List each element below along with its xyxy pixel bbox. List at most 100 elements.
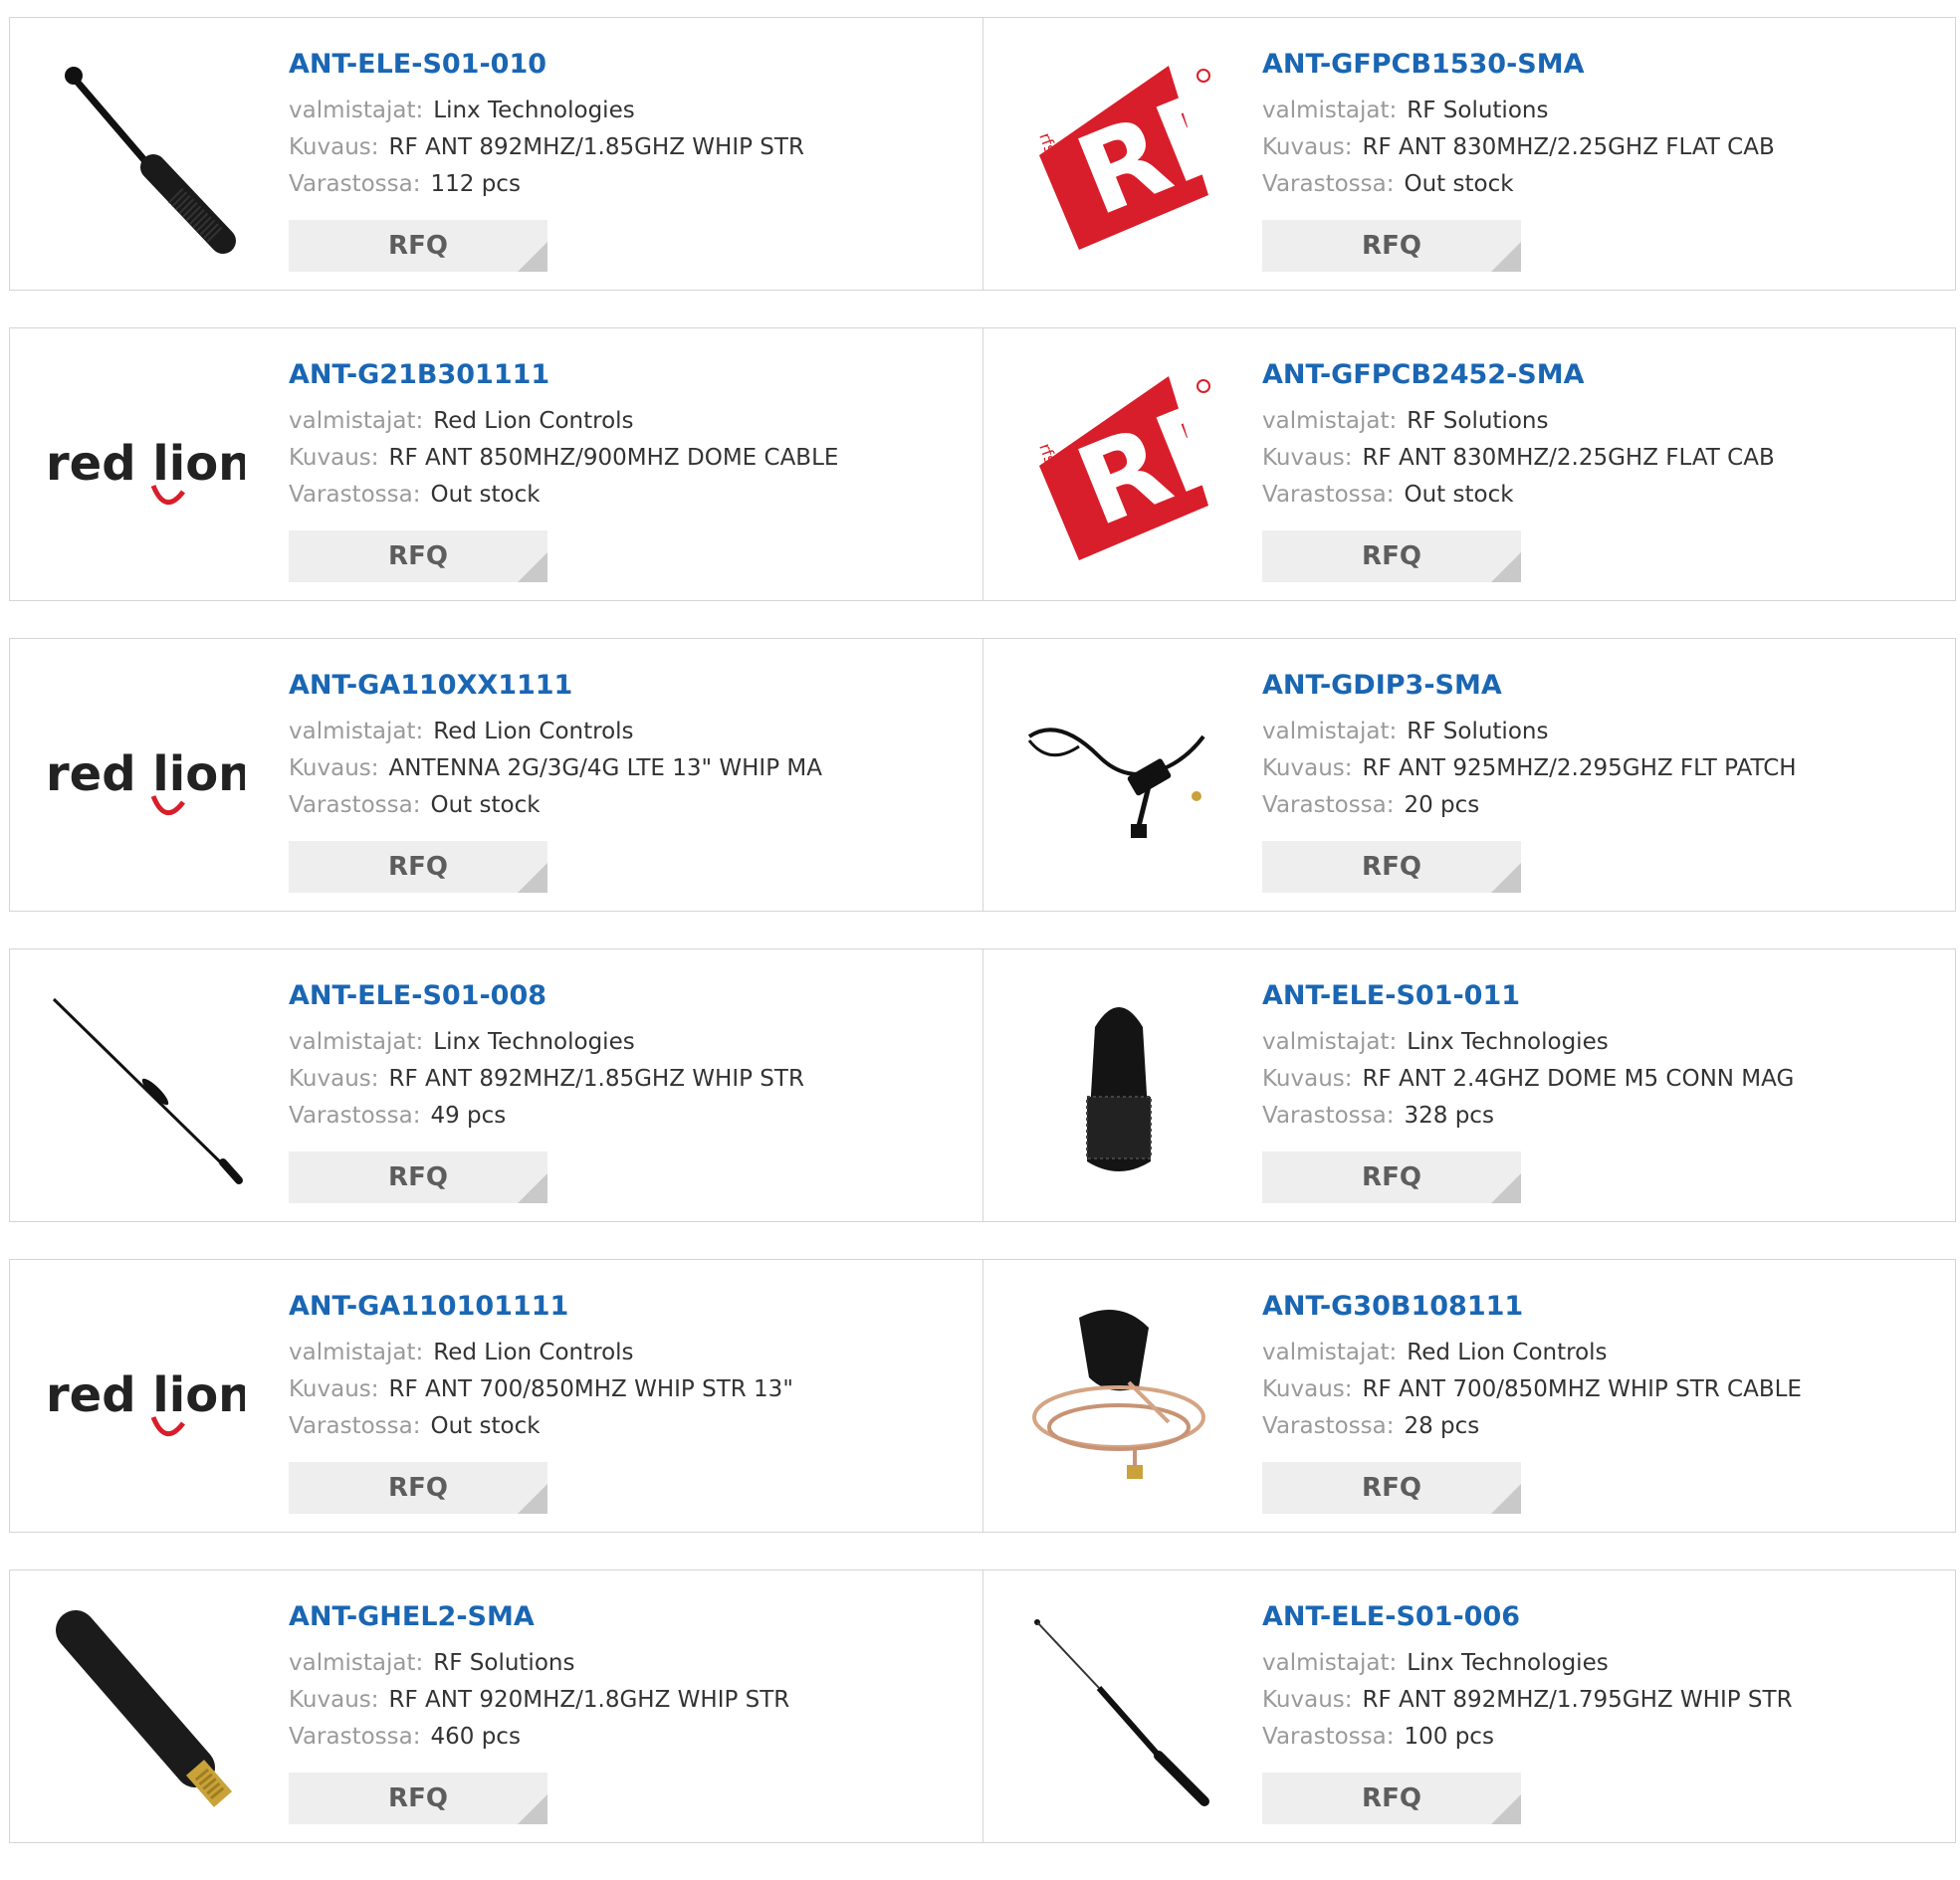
part-number-link[interactable]: ANT-G30B108111 bbox=[1262, 1290, 1945, 1324]
product-image[interactable]: red lion bbox=[46, 366, 245, 565]
telescopic-antenna-icon bbox=[1034, 1619, 1209, 1806]
product-card: RF rfsolutions ANT-GFPCB1530-SMA valmist… bbox=[982, 18, 1955, 290]
rfq-button[interactable]: RFQ bbox=[1262, 1151, 1521, 1203]
stock-value: 460 pcs bbox=[430, 1724, 521, 1750]
product-image[interactable] bbox=[1019, 1608, 1218, 1807]
corner-triangle-icon bbox=[1491, 1794, 1521, 1824]
rfq-button-label: RFQ bbox=[388, 231, 448, 261]
part-number-link[interactable]: ANT-GFPCB2452-SMA bbox=[1262, 358, 1945, 392]
description-value: RF ANT 925MHZ/2.295GHZ FLT PATCH bbox=[1362, 755, 1797, 781]
manufacturer-value: Linx Technologies bbox=[1407, 1650, 1609, 1676]
product-image[interactable] bbox=[1019, 1298, 1218, 1497]
stock-label: Varastossa: bbox=[289, 792, 421, 818]
manufacturer-value: Linx Technologies bbox=[1407, 1029, 1609, 1055]
svg-text:red lion: red lion bbox=[46, 436, 245, 492]
product-image[interactable] bbox=[1019, 677, 1218, 876]
part-number-link[interactable]: ANT-GFPCB1530-SMA bbox=[1262, 48, 1945, 82]
product-image[interactable]: RF rfsolutions bbox=[1019, 366, 1218, 565]
rfq-button[interactable]: RFQ bbox=[1262, 1462, 1521, 1514]
product-image[interactable] bbox=[46, 56, 245, 255]
part-number-link[interactable]: ANT-ELE-S01-006 bbox=[1262, 1600, 1945, 1634]
corner-triangle-icon bbox=[1491, 242, 1521, 272]
stock-value: 20 pcs bbox=[1404, 792, 1480, 818]
rfq-button-label: RFQ bbox=[388, 541, 448, 571]
manufacturer-value: Linx Technologies bbox=[433, 98, 635, 123]
rfq-button[interactable]: RFQ bbox=[289, 841, 547, 893]
rfq-button-label: RFQ bbox=[388, 852, 448, 882]
product-image[interactable]: RF rfsolutions bbox=[1019, 56, 1218, 255]
manufacturer-label: valmistajat: bbox=[1262, 408, 1398, 434]
description-label: Kuvaus: bbox=[289, 755, 379, 781]
stock-value: 49 pcs bbox=[430, 1103, 507, 1129]
product-image[interactable]: red lion bbox=[46, 1298, 245, 1497]
part-number-link[interactable]: ANT-GA110101111 bbox=[289, 1290, 973, 1324]
part-number-link[interactable]: ANT-ELE-S01-008 bbox=[289, 979, 973, 1013]
product-image[interactable]: red lion bbox=[46, 677, 245, 876]
manufacturer-label: valmistajat: bbox=[1262, 98, 1398, 123]
product-image[interactable] bbox=[46, 1608, 245, 1807]
rfq-button[interactable]: RFQ bbox=[289, 530, 547, 582]
manufacturer-value: Linx Technologies bbox=[433, 1029, 635, 1055]
rfq-button[interactable]: RFQ bbox=[289, 1151, 547, 1203]
corner-triangle-icon bbox=[1491, 552, 1521, 582]
dome-antenna-icon bbox=[1086, 1007, 1152, 1171]
stock-value: 28 pcs bbox=[1404, 1413, 1480, 1439]
description-label: Kuvaus: bbox=[1262, 445, 1353, 471]
svg-text:red lion: red lion bbox=[46, 746, 245, 802]
rfq-button-label: RFQ bbox=[388, 1783, 448, 1813]
rfq-button[interactable]: RFQ bbox=[1262, 841, 1521, 893]
product-card: red lion ANT-GA110101111 valmistajat: Red… bbox=[10, 1260, 982, 1532]
part-number-link[interactable]: ANT-GHEL2-SMA bbox=[289, 1600, 973, 1634]
part-number-link[interactable]: ANT-G21B301111 bbox=[289, 358, 973, 392]
description-value: RF ANT 920MHZ/1.8GHZ WHIP STR bbox=[388, 1687, 790, 1713]
description-label: Kuvaus: bbox=[1262, 1066, 1353, 1092]
whip-antenna-short-icon bbox=[65, 67, 236, 254]
product-image[interactable] bbox=[1019, 987, 1218, 1186]
part-number-link[interactable]: ANT-GDIP3-SMA bbox=[1262, 669, 1945, 703]
rfq-button-label: RFQ bbox=[1362, 1783, 1421, 1813]
manufacturer-value: Red Lion Controls bbox=[433, 1340, 634, 1365]
stock-label: Varastossa: bbox=[289, 1413, 421, 1439]
manufacturer-label: valmistajat: bbox=[1262, 719, 1398, 744]
stock-value: 100 pcs bbox=[1404, 1724, 1494, 1750]
manufacturer-label: valmistajat: bbox=[289, 1029, 424, 1055]
stock-value: Out stock bbox=[430, 792, 541, 818]
rfq-button[interactable]: RFQ bbox=[289, 1773, 547, 1824]
manufacturer-label: valmistajat: bbox=[289, 1650, 424, 1676]
product-grid: ANT-ELE-S01-010 valmistajat: Linx Technol… bbox=[9, 17, 1956, 1880]
corner-triangle-icon bbox=[1491, 863, 1521, 893]
corner-triangle-icon bbox=[518, 1484, 547, 1514]
rfq-button-label: RFQ bbox=[1362, 231, 1421, 261]
manufacturer-value: RF Solutions bbox=[1407, 719, 1549, 744]
manufacturer-value: Red Lion Controls bbox=[433, 408, 634, 434]
corner-triangle-icon bbox=[518, 1173, 547, 1203]
corner-triangle-icon bbox=[1491, 1173, 1521, 1203]
rfq-button-label: RFQ bbox=[1362, 852, 1421, 882]
stock-label: Varastossa: bbox=[289, 171, 421, 197]
description-label: Kuvaus: bbox=[1262, 1376, 1353, 1402]
description-label: Kuvaus: bbox=[1262, 755, 1353, 781]
corner-triangle-icon bbox=[518, 1794, 547, 1824]
svg-text:red lion: red lion bbox=[46, 1367, 245, 1423]
part-number-link[interactable]: ANT-ELE-S01-011 bbox=[1262, 979, 1945, 1013]
rfq-button[interactable]: RFQ bbox=[1262, 1773, 1521, 1824]
description-label: Kuvaus: bbox=[289, 134, 379, 160]
part-number-link[interactable]: ANT-ELE-S01-010 bbox=[289, 48, 973, 82]
rfq-button[interactable]: RFQ bbox=[1262, 220, 1521, 272]
rf-solutions-logo-icon: RF rfsolutions bbox=[1035, 63, 1218, 250]
manufacturer-value: Red Lion Controls bbox=[1407, 1340, 1608, 1365]
product-image[interactable] bbox=[46, 987, 245, 1186]
rfq-button[interactable]: RFQ bbox=[289, 1462, 547, 1514]
part-number-link[interactable]: ANT-GA110XX1111 bbox=[289, 669, 973, 703]
corner-triangle-icon bbox=[518, 552, 547, 582]
product-card: ANT-ELE-S01-008 valmistajat: Linx Technol… bbox=[10, 949, 982, 1221]
rfq-button[interactable]: RFQ bbox=[289, 220, 547, 272]
stock-label: Varastossa: bbox=[1262, 171, 1395, 197]
rfq-button[interactable]: RFQ bbox=[1262, 530, 1521, 582]
product-row: red lion ANT-G21B301111 valmistajat: Red … bbox=[9, 327, 1956, 601]
stock-label: Varastossa: bbox=[289, 482, 421, 508]
product-row: ANT-ELE-S01-008 valmistajat: Linx Technol… bbox=[9, 948, 1956, 1222]
description-value: RF ANT 830MHZ/2.25GHZ FLAT CAB bbox=[1362, 134, 1775, 160]
manufacturer-value: RF Solutions bbox=[433, 1650, 575, 1676]
rf-solutions-logo-icon: RF rfsolutions bbox=[1035, 373, 1218, 560]
